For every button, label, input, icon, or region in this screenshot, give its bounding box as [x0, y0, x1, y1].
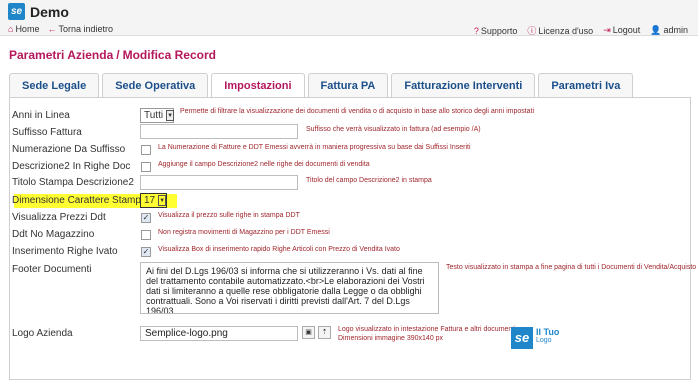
numerazione-checkbox[interactable]	[141, 145, 151, 155]
ddt-desc: Non registra movimenti di Magazzino per …	[158, 229, 330, 236]
numerazione-desc: La Numerazione di Fatture e DDT Emessi a…	[158, 144, 471, 151]
back-arrow-icon: ←	[47, 24, 57, 34]
inserimento-checkbox[interactable]: ✓	[141, 247, 151, 257]
dimensione-select[interactable]: 17 ▼	[140, 193, 167, 208]
descrizione2-desc: Aggiunge il campo Descrizione2 nelle rig…	[158, 161, 370, 168]
top-nav: ? Supporto ⓘ Licenza d'uso ⇥ Logout 👤 admin	[474, 24, 688, 37]
tab-sede-operativa[interactable]: Sede Operativa	[102, 73, 209, 98]
breadcrumb: ⌂ Home ← Torna indietro	[8, 24, 113, 34]
app-title: Demo	[30, 4, 69, 20]
logo-input[interactable]: Semplice-logo.png	[140, 326, 298, 341]
image-icon[interactable]: ▣	[302, 326, 315, 339]
tab-impostazioni[interactable]: Impostazioni	[211, 73, 305, 99]
page-title: Parametri Azienda / Modifica Record	[9, 48, 216, 62]
logo-desc-2: Dimensioni immagine 390x140 px	[338, 335, 444, 342]
support-link[interactable]: ? Supporto	[474, 26, 518, 36]
titolo-desc: Titolo del campo Descrizione2 in stampa	[306, 177, 432, 184]
logo-preview-mark: se	[511, 327, 533, 349]
logo-preview-subtitle: Logo	[536, 337, 552, 344]
info-icon: ⓘ	[527, 26, 537, 36]
logo-label: Logo Azienda	[12, 328, 73, 339]
license-link[interactable]: ⓘ Licenza d'uso	[527, 24, 593, 37]
numerazione-label: Numerazione Da Suffisso	[12, 144, 126, 155]
inserimento-desc: Visualizza Box di inserimento rapido Rig…	[158, 246, 400, 253]
home-icon: ⌂	[8, 24, 14, 34]
back-link[interactable]: ← Torna indietro	[47, 24, 113, 34]
titolo-label: Titolo Stampa Descrizione2	[12, 177, 134, 188]
anni-label: Anni in Linea	[12, 110, 70, 121]
suffisso-input[interactable]	[140, 124, 298, 139]
prezzi-label: Visualizza Prezzi Ddt	[12, 212, 106, 223]
question-icon: ?	[473, 25, 479, 36]
footer-desc: Testo visualizzato in stampa a fine pagi…	[446, 264, 697, 271]
descrizione2-label: Descrizione2 In Righe Doc	[12, 161, 131, 172]
ddt-checkbox[interactable]	[141, 230, 151, 240]
home-link[interactable]: ⌂ Home	[8, 24, 39, 34]
user-icon: 👤	[650, 25, 662, 35]
top-bar: se Demo ⌂ Home ← Torna indietro ? Supporto …	[0, 0, 698, 36]
dimensione-label: Dimensione Carattere Stampa	[12, 195, 147, 206]
footer-label: Footer Documenti	[12, 264, 92, 275]
chevron-down-icon: ▼	[158, 195, 167, 206]
footer-textarea[interactable]: Ai fini del D.Lgs 196/03 si informa che …	[140, 262, 439, 314]
tab-bar: Sede Legale Sede Operativa Impostazioni …	[9, 73, 636, 99]
anni-desc: Permette di filtrare la visualizzazione …	[180, 108, 535, 115]
titolo-input[interactable]	[140, 175, 298, 190]
prezzi-desc: Visualizza il prezzo sulle righe in stam…	[158, 212, 300, 219]
user-menu[interactable]: 👤 admin	[650, 25, 688, 36]
anni-select[interactable]: Tutti ▼	[140, 108, 175, 123]
prezzi-checkbox[interactable]: ✓	[141, 213, 151, 223]
suffisso-label: Suffisso Fattura	[12, 127, 82, 138]
ddt-label: Ddt No Magazzino	[12, 229, 95, 240]
tab-fattura-pa[interactable]: Fattura PA	[307, 73, 389, 98]
chevron-down-icon: ▼	[166, 110, 175, 121]
tab-sede-legale[interactable]: Sede Legale	[9, 73, 100, 98]
suffisso-desc: Suffisso che verrà visualizzato in fattu…	[306, 126, 481, 133]
logout-icon: ⇥	[603, 25, 611, 35]
app-logo: se	[8, 3, 25, 20]
upload-icon[interactable]: ⇡	[318, 326, 331, 339]
descrizione2-checkbox[interactable]	[141, 162, 151, 172]
tab-parametri-iva[interactable]: Parametri Iva	[538, 73, 634, 98]
inserimento-label: Inserimento Righe Ivato	[12, 246, 118, 257]
logout-link[interactable]: ⇥ Logout	[603, 25, 640, 36]
logo-preview-title: Il Tuo	[536, 327, 560, 337]
logo-desc-1: Logo visualizzato in intestazione Fattur…	[338, 326, 518, 333]
tab-fatturazione-interventi[interactable]: Fatturazione Interventi	[391, 73, 536, 98]
